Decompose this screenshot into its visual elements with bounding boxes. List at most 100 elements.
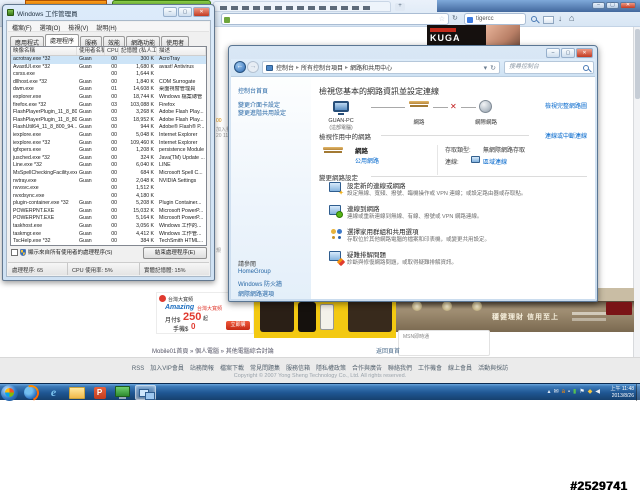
- network-task-item[interactable]: 設定新的連線或網路設定無線、寬頻、撥號、臨機操作或 VPN 連線；或設定路由器或…: [319, 180, 587, 202]
- address-dropdown-icon[interactable]: ▾: [484, 64, 488, 72]
- maximize-button[interactable]: ▢: [178, 7, 192, 17]
- search-magnifier-icon[interactable]: [531, 16, 537, 22]
- process-row[interactable]: dwm.exe Guan 01 14,608 K 桌面視窗管理員: [11, 86, 206, 94]
- refresh-icon[interactable]: ↻: [490, 64, 496, 72]
- mail-tray-icon[interactable]: ✉: [554, 388, 559, 396]
- view-full-map-link[interactable]: 檢視完整網路圖: [545, 101, 587, 110]
- see-also-item[interactable]: Windows 防火牆: [238, 279, 282, 288]
- process-row[interactable]: taskhost.exe Guan 00 3,056 K Windows 工作的...: [11, 223, 206, 231]
- network-task-item[interactable]: 選擇家用群組和共用選項 存取位於其他網路電腦的檔案和印表機，或變更共用設定。: [319, 226, 587, 248]
- local-connection-link[interactable]: 區域連線: [483, 157, 507, 166]
- process-row[interactable]: FlashPlayerPlugin_11_8_80... Guan 00 3,268 …: [11, 109, 206, 117]
- recorder-icon[interactable]: [112, 385, 133, 400]
- column-header[interactable]: 描述: [157, 47, 206, 55]
- footer-link[interactable]: 站務簡報: [190, 366, 214, 372]
- process-row[interactable]: TscHelp.exe *32 Guan 00 384 K TechSmith HTML…: [11, 238, 206, 245]
- back-button[interactable]: ←: [234, 61, 246, 73]
- tab-處理程序[interactable]: 處理程序: [45, 34, 80, 46]
- footer-link[interactable]: 常見問題集: [250, 366, 280, 372]
- footer-link[interactable]: 工作機會: [418, 366, 442, 372]
- minimize-button[interactable]: –: [163, 7, 177, 17]
- process-row[interactable]: firefox.exe *32 Guan 03 103,088 K Firefox: [11, 102, 206, 110]
- address-breadcrumb-bar[interactable]: 控制台 ▸ 所有控制台項目 ▸ 網路和共用中心 ▾ ↻: [262, 61, 500, 74]
- bank-ad[interactable]: 穩健理財 信用至上: [396, 300, 634, 332]
- process-row[interactable]: FlashUtil64_11_8_800_94... Guan 00 944 K Ado…: [11, 124, 206, 132]
- forward-button[interactable]: →: [247, 61, 259, 73]
- breadcrumb-item[interactable]: 控制台: [276, 63, 294, 72]
- footer-link[interactable]: 隱私權政策: [316, 366, 346, 372]
- page-scrollbar[interactable]: [633, 27, 640, 383]
- close-button[interactable]: ✕: [193, 7, 210, 17]
- connect-disconnect-link[interactable]: 連線或中斷連線: [545, 131, 587, 140]
- column-header[interactable]: 映像名稱: [11, 47, 77, 55]
- taskbar-clock[interactable]: 上午 11:48 2013/8/26: [610, 386, 634, 399]
- show-desktop-button[interactable]: [636, 384, 640, 401]
- process-row[interactable]: nvtray.exe Guan 00 2,048 K NVIDIA Settings: [11, 178, 206, 186]
- checkbox-icon[interactable]: [11, 248, 18, 256]
- back-to-top-link[interactable]: 返回頁首: [376, 346, 400, 355]
- browser-tab[interactable]: [213, 1, 391, 12]
- sidebar-item[interactable]: 變更進階共用設定: [238, 108, 286, 117]
- minimize-button[interactable]: –: [546, 48, 560, 58]
- url-bar[interactable]: ☆: [221, 13, 449, 25]
- network-bench-icon[interactable]: [409, 101, 429, 111]
- control-panel-search-input[interactable]: 搜尋控制台: [504, 61, 594, 74]
- bookmark-star-icon[interactable]: ☆: [439, 15, 445, 23]
- network-warning-icon[interactable]: ◆: [588, 388, 593, 396]
- panel-icon[interactable]: [543, 16, 554, 24]
- process-row[interactable]: nvxdsync.exe 00 4,180 K: [11, 193, 206, 201]
- no-connection-x-icon[interactable]: ✕: [450, 102, 457, 111]
- menu-item[interactable]: 檢視(V): [68, 23, 88, 32]
- powerpoint-icon[interactable]: [89, 385, 110, 400]
- footer-link[interactable]: 加入VIP會員: [150, 366, 184, 372]
- process-row[interactable]: csrss.exe 00 1,644 K: [11, 71, 206, 79]
- process-row[interactable]: taskmgr.exe Guan 00 4,412 K Windows 工作管...: [11, 231, 206, 239]
- forum-breadcrumb[interactable]: Mobile01首頁 » 個人電腦 » 其他電腦綜合討論: [152, 346, 274, 355]
- ie-icon[interactable]: [43, 385, 64, 400]
- column-header[interactable]: 記憶體 (私人工...: [119, 47, 157, 55]
- firefox-close-button[interactable]: ✕: [620, 2, 636, 9]
- action-center-flag-icon[interactable]: ⚑: [579, 388, 584, 396]
- network-task-item[interactable]: 連線到網路 連線或重新連線到無線、有線、撥號或 VPN 網路連線。: [319, 203, 587, 225]
- hidden-icons-chevron[interactable]: ▴: [548, 388, 551, 396]
- process-row[interactable]: FlashPlayerPlugin_11_8_80... Guan 03 18,952…: [11, 117, 206, 125]
- volume-icon[interactable]: ◀: [595, 388, 600, 396]
- process-row[interactable]: Line.exe *32 Guan 00 6,040 K LINE: [11, 162, 206, 170]
- maximize-button[interactable]: ▢: [561, 48, 575, 58]
- tab-效能[interactable]: 效能: [103, 36, 126, 47]
- process-row[interactable]: dllhost.exe *32 Guan 00 1,840 K COM Surrogat…: [11, 79, 206, 87]
- tab-網路功能[interactable]: 網路功能: [126, 36, 161, 47]
- firefox-minimize-button[interactable]: –: [592, 2, 605, 9]
- process-row[interactable]: nvvsvc.exe 00 1,512 K: [11, 185, 206, 193]
- tab-使用者[interactable]: 使用者: [161, 36, 190, 47]
- process-row[interactable]: jusched.exe *32 Guan 00 324 K Java(TM) Updat…: [11, 155, 206, 163]
- process-row[interactable]: plugin-container.exe *32 Guan 00 5,208 K Plu…: [11, 200, 206, 208]
- process-row[interactable]: explorer.exe Guan 00 18,744 K Windows 檔案總管: [11, 94, 206, 102]
- network-task-item[interactable]: 疑難排解問題 診斷與修復網路問題，或取得疑難排解資訊。: [319, 249, 587, 271]
- ad-buy-button[interactable]: 立即購: [226, 321, 250, 330]
- footer-link[interactable]: 線上會員: [448, 366, 472, 372]
- process-row[interactable]: iexplore.exe Guan 00 5,048 K Internet Explor…: [11, 132, 206, 140]
- process-row[interactable]: POWERPNT.EXE Guan 00 15,032 K Microsoft Powe…: [11, 208, 206, 216]
- new-tab-button[interactable]: +: [395, 3, 405, 11]
- show-all-users-checkbox[interactable]: 顯示來自所有使用者的處理程序(S): [11, 248, 112, 256]
- firefox-maximize-button[interactable]: ▢: [606, 2, 619, 9]
- footer-link[interactable]: 合作與廣告: [352, 366, 382, 372]
- download-arrow-icon[interactable]: ↓: [558, 14, 562, 23]
- breadcrumb-item[interactable]: 網路和共用中心: [350, 63, 392, 72]
- process-row[interactable]: AvastUI.exe *32 Guan 00 1,680 K avast! Antiv…: [11, 64, 206, 72]
- process-row[interactable]: igfxpers.exe Guan 00 1,208 K persistence Mod…: [11, 147, 206, 155]
- network-icon[interactable]: [135, 385, 156, 400]
- menu-item[interactable]: 檔案(F): [12, 23, 32, 32]
- process-row[interactable]: acrotray.exe *32 Guan 00 300 K AcroTray: [11, 56, 206, 64]
- process-row[interactable]: iexplore.exe *32 Guan 00 109,460 K Internet …: [11, 140, 206, 148]
- footer-link[interactable]: RSS: [132, 366, 144, 372]
- column-header[interactable]: CPU: [105, 47, 119, 55]
- menu-item[interactable]: 說明(H): [96, 23, 116, 32]
- breadcrumb-item[interactable]: 所有控制台項目: [301, 63, 343, 72]
- process-row[interactable]: MsSpellCheckingFacility.exe Guan 00 684 K Mi…: [11, 170, 206, 178]
- share-panel[interactable]: MSN即時通: [398, 330, 490, 356]
- footer-link[interactable]: 服務信箱: [286, 366, 310, 372]
- close-button[interactable]: ✕: [576, 48, 593, 58]
- home-icon[interactable]: ⌂: [569, 13, 574, 23]
